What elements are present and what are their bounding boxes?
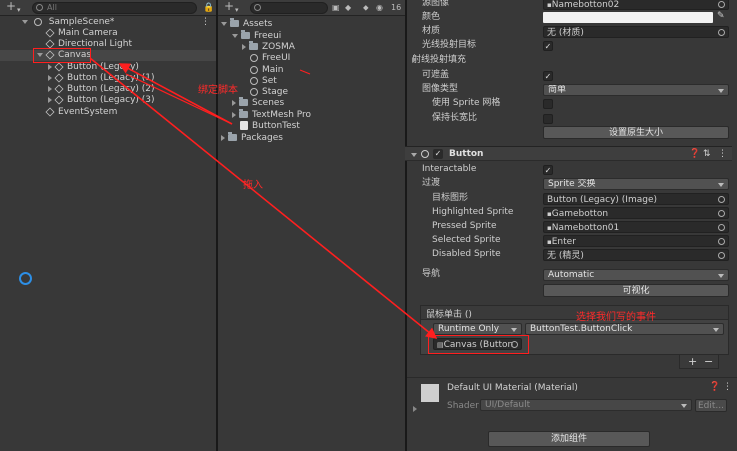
drag-in-annotation: 拖入 <box>243 180 263 191</box>
choose-event-annotation: 选择我们写的事件 <box>576 312 656 323</box>
drag-in-arrow <box>89 57 438 340</box>
bind-script-annotation: 绑定脚本 <box>198 85 238 96</box>
event-arrow-connector <box>299 69 311 75</box>
annotation-arrows <box>89 57 438 340</box>
